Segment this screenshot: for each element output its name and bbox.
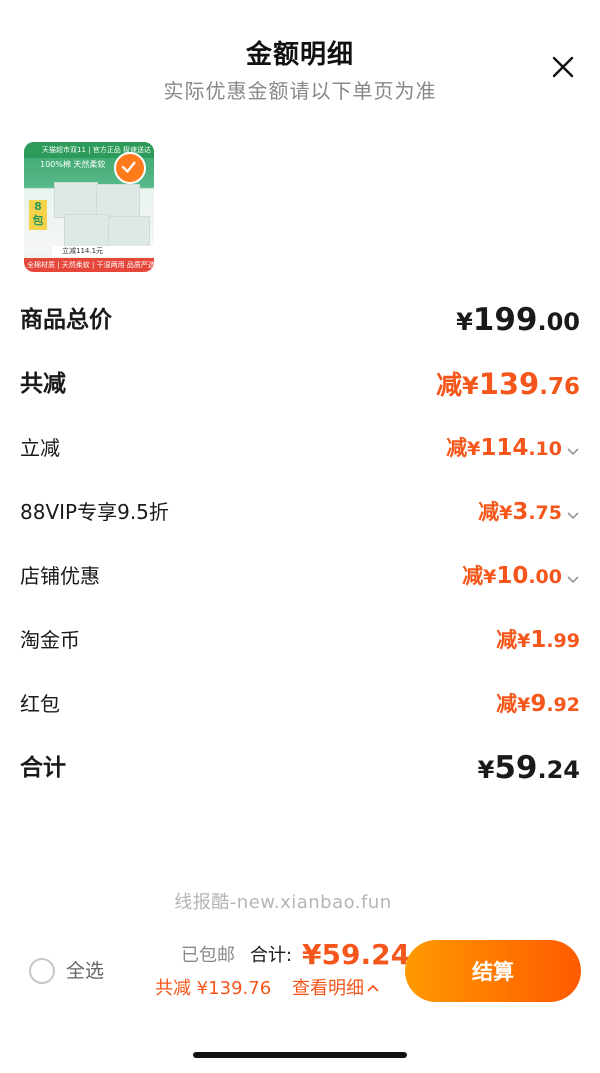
breakdown-row: 共减 减¥139.76 bbox=[20, 364, 580, 404]
total-reduction: 共减 ¥139.76 bbox=[155, 978, 272, 999]
breakdown-label: 立减 bbox=[20, 436, 60, 460]
amount-decimal: .24 bbox=[537, 756, 580, 784]
free-shipping-label: 已包邮 bbox=[181, 945, 235, 966]
amount-decimal: .92 bbox=[546, 694, 580, 716]
breakdown-label: 商品总价 bbox=[20, 307, 112, 333]
reduction-prefix: 减 bbox=[446, 436, 468, 460]
reduction-prefix: 减 bbox=[435, 371, 462, 401]
breakdown-amount: 减¥10.00 bbox=[462, 556, 580, 598]
chevron-down-icon[interactable] bbox=[566, 572, 580, 586]
breakdown-row: 合计 ¥59.24 bbox=[20, 748, 580, 788]
breakdown-amount: ¥199.00 bbox=[456, 300, 580, 345]
breakdown-label: 共减 bbox=[20, 371, 66, 397]
breakdown-label: 店铺优惠 bbox=[20, 564, 100, 588]
breakdown-row: 红包 减¥9.92 bbox=[20, 684, 580, 724]
checkout-button[interactable]: 结算 bbox=[405, 940, 581, 1002]
amount-integer: 139 bbox=[478, 367, 540, 401]
amount-decimal: .00 bbox=[537, 308, 580, 336]
select-all-label[interactable]: 全选 bbox=[66, 957, 104, 985]
breakdown-amount: ¥59.24 bbox=[478, 748, 580, 793]
breakdown-amount: 减¥139.76 bbox=[436, 364, 580, 409]
currency-symbol: ¥ bbox=[456, 308, 473, 336]
reduction-prefix: 减 bbox=[462, 564, 484, 588]
thumbnail-count-badge: 8包 bbox=[29, 200, 47, 230]
chevron-down-icon[interactable] bbox=[566, 444, 580, 458]
amount-integer: 1 bbox=[530, 627, 547, 653]
product-thumbnail[interactable]: 天猫超市双11 | 官方正品 极速送达 100%棉 天然柔软 8包 立减114.… bbox=[24, 142, 154, 272]
breakdown-row[interactable]: 88VIP专享9.5折 减¥3.75 bbox=[20, 492, 580, 532]
watermark-text: 线报酷-new.xianbao.fun bbox=[174, 892, 392, 913]
breakdown-label: 合计 bbox=[20, 755, 66, 781]
total-label: 合计: bbox=[250, 945, 293, 966]
breakdown-label: 88VIP专享9.5折 bbox=[20, 500, 169, 524]
amount-integer: 9 bbox=[530, 691, 547, 717]
currency-symbol: ¥ bbox=[477, 756, 495, 784]
close-icon[interactable] bbox=[550, 54, 576, 80]
currency-symbol: ¥ bbox=[467, 438, 481, 460]
breakdown-row[interactable]: 立减 减¥114.10 bbox=[20, 428, 580, 468]
page-title: 金额明细 bbox=[245, 40, 354, 70]
currency-symbol: ¥ bbox=[462, 372, 479, 400]
chevron-down-icon[interactable] bbox=[566, 508, 580, 522]
chevron-up-icon bbox=[367, 984, 379, 992]
thumbnail-price-tag: 立减114.1元 bbox=[52, 246, 154, 257]
breakdown-label: 红包 bbox=[20, 692, 60, 716]
breakdown-amount: 减¥3.75 bbox=[478, 492, 580, 534]
reduction-prefix: 减 bbox=[496, 628, 518, 652]
checkout-bar: 全选 已包邮 合计: ¥59.24 共减 ¥139.76 查看明细 结算 bbox=[0, 930, 600, 1020]
currency-symbol: ¥ bbox=[517, 630, 531, 652]
amount-decimal: .10 bbox=[528, 438, 562, 460]
breakdown-amount: 减¥114.10 bbox=[446, 428, 580, 470]
amount-integer: 114 bbox=[480, 435, 529, 461]
breakdown-row: 淘金币 减¥1.99 bbox=[20, 620, 580, 660]
amount-integer: 199 bbox=[472, 302, 538, 338]
amount-decimal: .00 bbox=[528, 566, 562, 588]
amount-decimal: .76 bbox=[539, 374, 580, 400]
currency-symbol: ¥ bbox=[517, 694, 531, 716]
breakdown-amount: 减¥1.99 bbox=[496, 620, 580, 662]
view-details-link[interactable]: 查看明细 bbox=[292, 976, 380, 1002]
breakdown-amount: 减¥9.92 bbox=[496, 684, 580, 726]
currency-symbol: ¥ bbox=[483, 566, 497, 588]
breakdown-label: 淘金币 bbox=[20, 628, 80, 652]
currency-symbol: ¥ bbox=[499, 502, 513, 524]
amount-decimal: .75 bbox=[528, 502, 562, 524]
amount-decimal: .99 bbox=[546, 630, 580, 652]
amount-integer: 10 bbox=[496, 563, 529, 589]
amount-integer: 3 bbox=[512, 499, 529, 525]
selected-check-icon[interactable] bbox=[114, 152, 146, 184]
breakdown-row: 商品总价 ¥199.00 bbox=[20, 300, 580, 340]
select-all-radio[interactable] bbox=[29, 958, 55, 984]
page-subtitle: 实际优惠金额请以下单页为准 bbox=[163, 79, 437, 103]
amount-integer: 59 bbox=[494, 750, 538, 786]
header: 金额明细 实际优惠金额请以下单页为准 bbox=[0, 0, 600, 110]
reduction-prefix: 减 bbox=[478, 500, 500, 524]
total-amount: ¥59.24 bbox=[302, 938, 411, 971]
breakdown-row[interactable]: 店铺优惠 减¥10.00 bbox=[20, 556, 580, 596]
thumbnail-feature-strip: 全棉材质 | 天然柔软 | 干湿两用 品质严选 bbox=[24, 258, 154, 272]
view-details-label: 查看明细 bbox=[292, 978, 364, 999]
reduction-prefix: 减 bbox=[496, 692, 518, 716]
home-indicator bbox=[193, 1052, 407, 1058]
